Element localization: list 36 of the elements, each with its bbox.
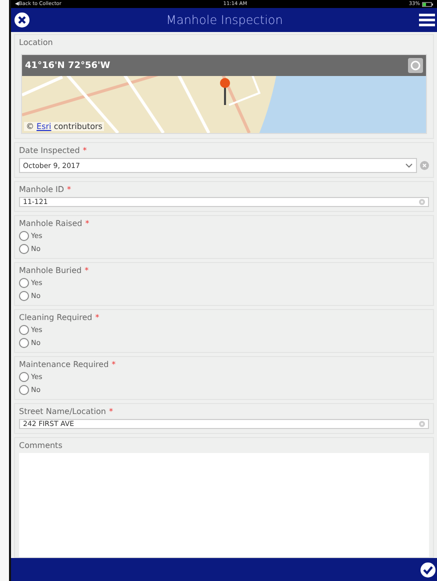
required-mark: *	[84, 266, 89, 275]
field-label: Location	[19, 38, 53, 47]
field-label: Manhole ID	[19, 185, 64, 194]
menu-button[interactable]	[419, 13, 435, 27]
header-title: Manhole Inspection	[166, 13, 283, 27]
submit-button[interactable]	[420, 562, 436, 578]
field-label: Date Inspected	[19, 146, 80, 155]
required-mark: *	[112, 360, 116, 369]
close-button[interactable]	[14, 12, 30, 28]
required-mark: *	[108, 407, 113, 416]
map-attribution: © Esri contributors	[24, 122, 104, 131]
attribution-link[interactable]: Esri	[36, 122, 52, 131]
field-label: Cleaning Required	[19, 313, 92, 322]
comments-field[interactable]	[19, 453, 429, 557]
clear-icon[interactable]	[420, 161, 429, 170]
field-label: Street Name/Location	[19, 407, 106, 416]
required-mark: *	[95, 313, 100, 322]
radio-button[interactable]	[19, 338, 29, 348]
required-mark: *	[67, 185, 72, 194]
field-label: Maintenance Required	[19, 360, 109, 369]
radio-button[interactable]	[19, 278, 29, 288]
battery-icon	[422, 2, 433, 6]
chevron-down-icon	[405, 163, 413, 168]
coordinates-text: 41°16'N 72°56'W	[25, 60, 110, 70]
radio-button[interactable]	[19, 372, 29, 382]
field-label: Comments	[19, 441, 62, 450]
radio-button[interactable]	[19, 231, 29, 241]
required-mark: *	[85, 219, 90, 228]
radio-button[interactable]	[19, 325, 29, 335]
radio-button[interactable]	[19, 385, 29, 395]
radio-button[interactable]	[19, 291, 29, 301]
field-label: Manhole Raised	[19, 219, 82, 228]
required-mark: *	[82, 146, 87, 155]
radio-button[interactable]	[19, 244, 29, 254]
locate-button[interactable]	[408, 58, 423, 73]
field-label: Manhole Buried	[19, 266, 82, 275]
